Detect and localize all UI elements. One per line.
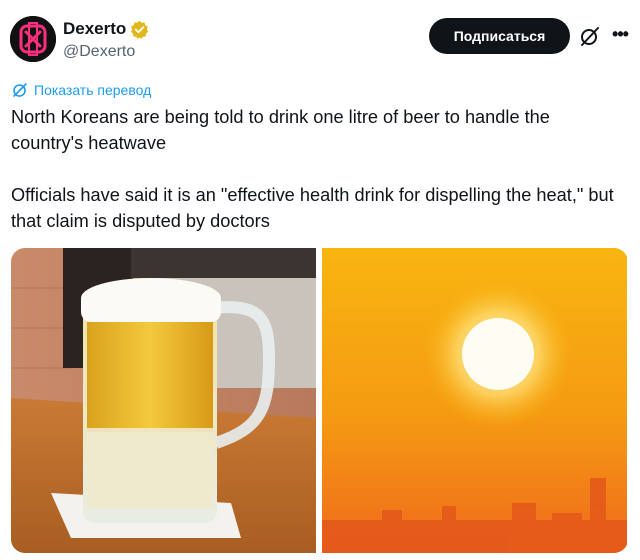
media-image-sunset[interactable]	[322, 248, 627, 553]
author-display-name[interactable]: Dexerto	[63, 19, 126, 39]
author-handle[interactable]: @Dexerto	[63, 43, 135, 61]
dexerto-logo-icon	[10, 16, 56, 62]
show-translation-link[interactable]: Показать перевод	[12, 82, 151, 98]
author-avatar[interactable]	[10, 16, 56, 62]
tweet-media-grid	[11, 248, 628, 553]
tweet-paragraph-2: Officials have said it is an "effective …	[11, 185, 614, 231]
author-name-row: Dexerto	[63, 19, 149, 39]
grok-icon[interactable]	[578, 24, 602, 48]
beer-mug-photo	[11, 248, 316, 553]
media-image-beer[interactable]	[11, 248, 316, 553]
tweet-header: Dexerto @Dexerto Подписаться •••	[10, 14, 630, 66]
tweet-text: North Koreans are being told to drink on…	[11, 104, 621, 234]
tweet-paragraph-1: North Koreans are being told to drink on…	[11, 107, 550, 153]
more-options-icon[interactable]: •••	[608, 22, 632, 46]
sunset-sun-photo	[322, 248, 627, 553]
subscribe-button[interactable]: Подписаться	[429, 18, 570, 54]
show-translation-label: Показать перевод	[34, 82, 152, 98]
globe-icon	[13, 83, 27, 97]
verified-badge-icon[interactable]	[130, 20, 149, 39]
